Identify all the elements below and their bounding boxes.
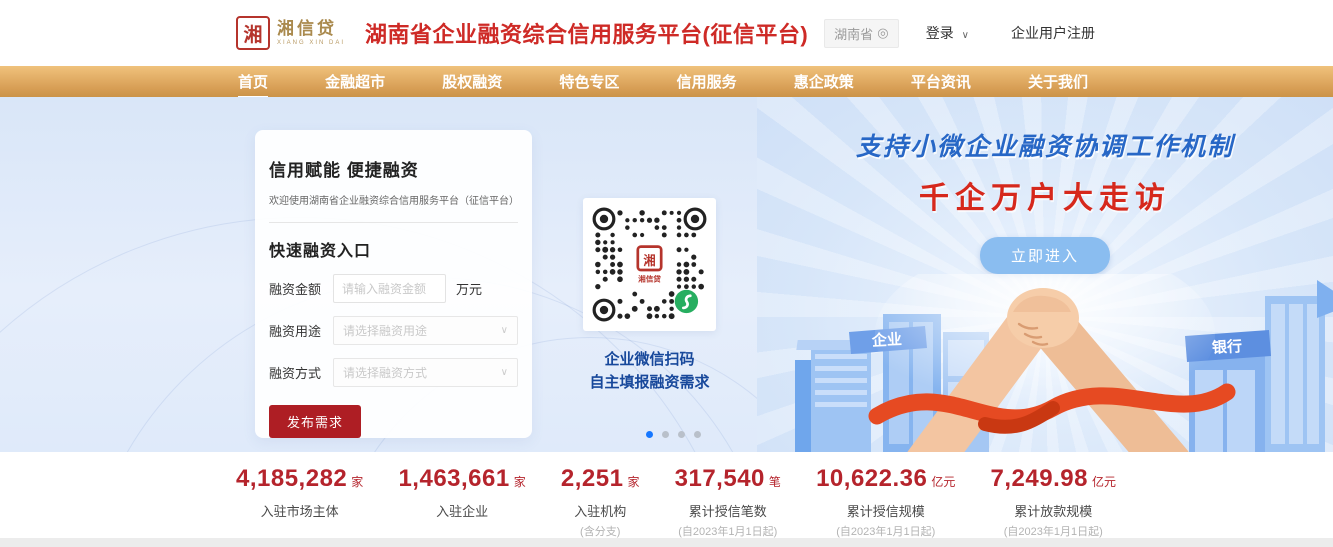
handshake-illustration — [757, 274, 1333, 452]
stat-note: (含分支) — [561, 523, 640, 539]
stat-label: 累计放款规模 — [991, 501, 1116, 520]
promo-banner[interactable]: 企业 银行 — [757, 97, 1333, 452]
page: 湘 湘信贷 XIANG XIN DAI 湖南省企业融资综合信用服务平台(征信平台… — [0, 0, 1333, 547]
quick-entry-title: 快速融资入口 — [269, 237, 518, 261]
logo-cn: 湘信贷 — [277, 20, 345, 37]
chevron-down-icon: ∨ — [501, 367, 508, 378]
nav-item-platform-news[interactable]: 平台资讯 — [909, 69, 973, 94]
logo-text: 湘信贷 XIANG XIN DAI — [277, 20, 345, 46]
amount-unit: 万元 — [456, 279, 482, 298]
chevron-down-icon: ∨ — [962, 30, 969, 41]
stat-unit: 亿元 — [1092, 475, 1116, 489]
main-nav: 首页 金融超市 股权融资 特色专区 信用服务 惠企政策 平台资讯 关于我们 — [0, 66, 1333, 97]
qr-caption-line2: 自主填报融资需求 — [583, 371, 716, 394]
top-header: 湘 湘信贷 XIANG XIN DAI 湖南省企业融资综合信用服务平台(征信平台… — [0, 0, 1333, 66]
nav-item-credit-service[interactable]: 信用服务 — [675, 69, 739, 94]
carousel-dot-3[interactable] — [678, 431, 685, 438]
amount-input[interactable] — [333, 274, 446, 303]
stat-value: 1,463,661 — [398, 465, 509, 492]
stat-unit: 家 — [351, 475, 363, 489]
qr-caption-line1: 企业微信扫码 — [583, 348, 716, 371]
stat-label: 入驻市场主体 — [236, 501, 363, 520]
stat-institutions: 2,251家 入驻机构 (含分支) — [561, 465, 640, 539]
stat-label: 入驻企业 — [398, 501, 525, 520]
page-title: 湖南省企业融资综合信用服务平台(征信平台) — [365, 17, 808, 49]
method-label: 融资方式 — [269, 363, 325, 382]
stat-credit-scale: 10,622.36 亿元 累计授信规模 (自2023年1月1日起) — [816, 465, 955, 539]
carousel-dot-2[interactable] — [662, 431, 669, 438]
stat-value: 317,540 — [675, 465, 765, 492]
stat-value: 10,622.36 — [816, 465, 927, 492]
qr-caption: 企业微信扫码 自主填报融资需求 — [583, 348, 716, 395]
stat-note: (自2023年1月1日起) — [816, 523, 955, 539]
wechat-qr-code: 湘 湘信贷 — [583, 198, 716, 331]
method-placeholder: 请选择融资方式 — [343, 364, 427, 381]
stat-value: 7,249.98 — [991, 465, 1088, 492]
location-icon: ◎ — [877, 25, 888, 41]
nav-item-equity-financing[interactable]: 股权融资 — [440, 69, 504, 94]
nav-item-financial-market[interactable]: 金融超市 — [323, 69, 387, 94]
stat-label: 入驻机构 — [561, 501, 640, 520]
stat-value: 2,251 — [561, 465, 624, 492]
stat-label: 累计授信规模 — [816, 501, 955, 520]
stat-enterprises: 1,463,661 家 入驻企业 — [398, 465, 525, 520]
nav-item-special-zone[interactable]: 特色专区 — [557, 69, 621, 94]
banner-title-red: 千企万户大走访 — [757, 173, 1333, 217]
stat-value: 4,185,282 — [236, 465, 347, 492]
bottom-strip — [0, 538, 1333, 547]
stat-unit: 家 — [627, 475, 639, 489]
amount-row: 融资金额 万元 — [269, 274, 518, 303]
purpose-row: 融资用途 请选择融资用途 ∨ — [269, 316, 518, 345]
region-label: 湖南省 — [834, 24, 873, 43]
method-row: 融资方式 请选择融资方式 ∨ — [269, 358, 518, 387]
stat-note: (自2023年1月1日起) — [675, 523, 781, 539]
carousel-dots — [646, 431, 701, 438]
stat-credit-count: 317,540 笔 累计授信笔数 (自2023年1月1日起) — [675, 465, 781, 539]
method-select[interactable]: 请选择融资方式 ∨ — [333, 358, 518, 387]
register-link[interactable]: 企业用户注册 — [1011, 23, 1095, 43]
login-button[interactable]: 登录 ∨ — [926, 23, 969, 43]
quick-financing-card: 信用赋能 便捷融资 欢迎使用湖南省企业融资综合信用服务平台（征信平台） 快速融资… — [255, 130, 532, 438]
stat-market-entities: 4,185,282 家 入驻市场主体 — [236, 465, 363, 520]
card-subtitle: 欢迎使用湖南省企业融资综合信用服务平台（征信平台） — [269, 192, 518, 207]
purpose-label: 融资用途 — [269, 321, 325, 340]
stat-loan-scale: 7,249.98 亿元 累计放款规模 (自2023年1月1日起) — [991, 465, 1116, 539]
nav-item-about-us[interactable]: 关于我们 — [1026, 69, 1090, 94]
publish-demand-button[interactable]: 发布需求 — [269, 405, 361, 438]
amount-label: 融资金额 — [269, 279, 325, 298]
banner-title-blue: 支持小微企业融资协调工作机制 — [757, 127, 1333, 163]
stat-unit: 家 — [514, 475, 526, 489]
purpose-select[interactable]: 请选择融资用途 ∨ — [333, 316, 518, 345]
logo-en: XIANG XIN DAI — [277, 40, 345, 46]
nav-item-home[interactable]: 首页 — [236, 69, 270, 94]
brand-logo[interactable]: 湘 湘信贷 XIANG XIN DAI — [236, 16, 345, 50]
purpose-placeholder: 请选择融资用途 — [343, 322, 427, 339]
hero-section: 信用赋能 便捷融资 欢迎使用湖南省企业融资综合信用服务平台（征信平台） 快速融资… — [0, 97, 1333, 452]
auth-links: 登录 ∨ 企业用户注册 — [926, 23, 1095, 43]
logo-seal-icon: 湘 — [236, 16, 270, 50]
stats-bar: 4,185,282家 入驻市场主体 1,463,661家 入驻企业 2,251家… — [0, 452, 1333, 538]
chevron-down-icon: ∨ — [501, 325, 508, 336]
carousel-dot-4[interactable] — [694, 431, 701, 438]
stat-unit: 笔 — [769, 475, 781, 489]
card-title: 信用赋能 便捷融资 — [269, 156, 518, 181]
stat-note: (自2023年1月1日起) — [991, 523, 1116, 539]
login-label: 登录 — [926, 25, 954, 41]
enter-now-button[interactable]: 立即进入 — [980, 237, 1110, 274]
carousel-dot-1[interactable] — [646, 431, 653, 438]
stat-label: 累计授信笔数 — [675, 501, 781, 520]
svg-text:湘: 湘 — [643, 253, 655, 268]
qr-zone: 湘 湘信贷 企业微信扫码 自主填报融资需求 — [583, 198, 716, 395]
qr-center-logo-text: 湘信贷 — [638, 274, 661, 284]
banner-illustration: 企业 银行 — [757, 274, 1333, 452]
stat-unit: 亿元 — [931, 475, 955, 489]
region-selector[interactable]: 湖南省 ◎ — [824, 19, 898, 48]
divider — [269, 222, 518, 223]
nav-item-enterprise-policy[interactable]: 惠企政策 — [792, 69, 856, 94]
